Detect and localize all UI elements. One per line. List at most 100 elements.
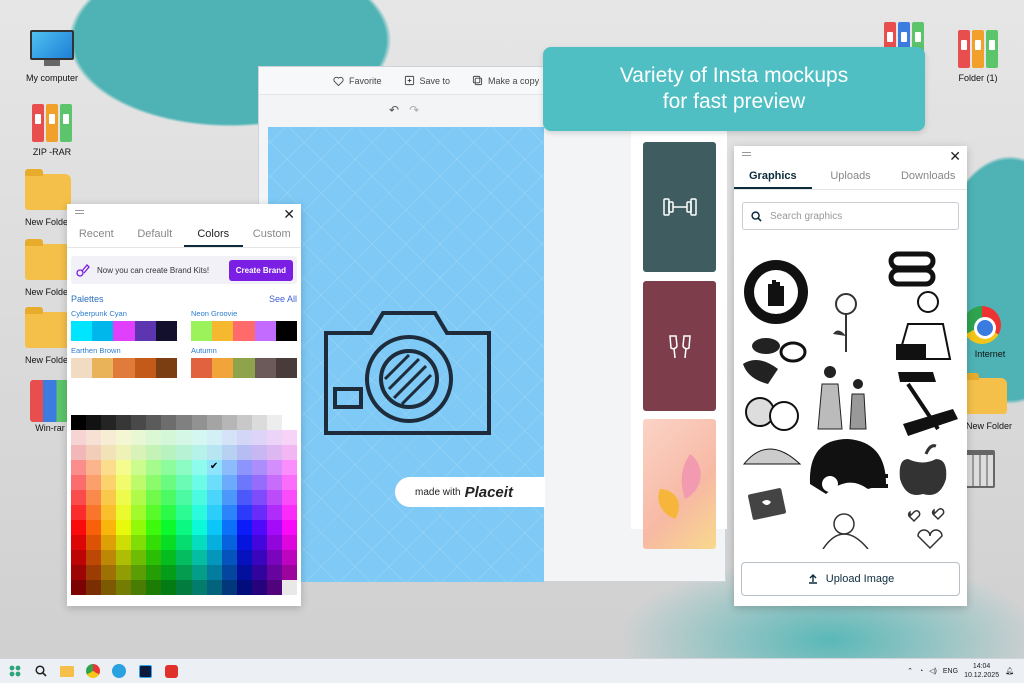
photoshop-icon[interactable]	[134, 660, 156, 682]
color-swatch[interactable]	[101, 580, 117, 595]
color-swatch[interactable]	[251, 550, 267, 565]
tab-colors[interactable]: Colors	[184, 220, 243, 247]
palette-swatch[interactable]	[113, 321, 135, 341]
favorite-button[interactable]: Favorite	[333, 76, 382, 86]
color-swatch[interactable]	[116, 580, 132, 595]
color-swatch[interactable]	[281, 535, 297, 550]
see-all-link[interactable]: See All	[269, 294, 297, 304]
save-to-button[interactable]: Save to	[404, 75, 450, 86]
color-swatch[interactable]	[191, 430, 207, 445]
color-swatch[interactable]	[206, 490, 222, 505]
color-swatch[interactable]	[206, 445, 222, 460]
network-icon[interactable]: ◔	[919, 668, 923, 675]
color-swatch[interactable]	[236, 430, 252, 445]
color-swatch[interactable]	[71, 475, 87, 490]
color-swatch[interactable]	[131, 535, 147, 550]
color-swatch[interactable]	[266, 550, 282, 565]
color-swatch[interactable]	[266, 490, 282, 505]
color-swatch[interactable]	[101, 505, 117, 520]
color-swatch[interactable]	[146, 475, 162, 490]
color-swatch[interactable]	[86, 445, 102, 460]
color-swatch[interactable]	[251, 460, 267, 475]
color-swatch[interactable]	[266, 430, 282, 445]
color-swatch[interactable]	[116, 490, 132, 505]
color-swatch[interactable]	[161, 550, 177, 565]
color-swatch[interactable]	[131, 460, 147, 475]
color-swatch[interactable]	[86, 565, 102, 580]
color-swatch[interactable]	[116, 520, 132, 535]
color-swatch[interactable]	[71, 580, 87, 595]
color-swatch[interactable]	[221, 460, 237, 475]
color-swatch[interactable]	[266, 565, 282, 580]
palette-swatches[interactable]	[191, 358, 298, 378]
color-swatch[interactable]	[146, 520, 162, 535]
palette-swatch[interactable]	[254, 358, 276, 378]
color-swatch[interactable]	[176, 490, 192, 505]
palette-swatch[interactable]	[275, 321, 298, 341]
color-swatch[interactable]	[161, 475, 177, 490]
drag-handle-icon[interactable]	[742, 152, 751, 156]
color-swatch[interactable]	[281, 550, 297, 565]
close-icon[interactable]: ✕	[949, 148, 961, 165]
tab-default[interactable]: Default	[126, 220, 185, 247]
color-swatch[interactable]	[221, 490, 237, 505]
color-swatch[interactable]	[101, 460, 117, 475]
envelope-graphic[interactable]	[748, 488, 787, 521]
color-swatch[interactable]	[266, 535, 282, 550]
helmet-graphic[interactable]	[809, 439, 888, 494]
color-swatch[interactable]: ✔	[206, 460, 222, 475]
palette-item[interactable]: Neon Groovie	[191, 309, 298, 341]
color-swatch[interactable]	[116, 445, 132, 460]
make-copy-button[interactable]: Make a copy	[472, 75, 539, 86]
palette-swatch[interactable]	[191, 358, 213, 378]
color-swatch[interactable]	[281, 505, 297, 520]
color-swatch[interactable]	[221, 565, 237, 580]
mandala-hand-graphic[interactable]	[744, 260, 808, 324]
color-swatch[interactable]	[206, 565, 222, 580]
color-swatch[interactable]	[251, 415, 267, 430]
color-swatch[interactable]	[251, 430, 267, 445]
color-swatch[interactable]	[191, 415, 207, 430]
color-swatch[interactable]	[251, 490, 267, 505]
color-swatch[interactable]	[221, 445, 237, 460]
color-swatch[interactable]	[161, 565, 177, 580]
palette-item[interactable]: Cyberpunk Cyan	[71, 309, 178, 341]
clock[interactable]: 14:04 10.12.2025	[964, 662, 999, 680]
palette-swatch[interactable]	[275, 358, 298, 378]
palette-swatch[interactable]	[92, 321, 114, 341]
color-swatch[interactable]	[146, 490, 162, 505]
palette-item[interactable]: Autumn	[191, 346, 298, 378]
color-swatch[interactable]	[146, 415, 162, 430]
color-swatch[interactable]	[176, 580, 192, 595]
color-swatch[interactable]	[221, 550, 237, 565]
color-swatch[interactable]	[71, 505, 87, 520]
color-swatch[interactable]	[176, 415, 192, 430]
color-swatch[interactable]	[191, 520, 207, 535]
color-swatch[interactable]	[71, 520, 87, 535]
color-swatch[interactable]	[101, 565, 117, 580]
undo-icon[interactable]: ↶	[389, 103, 399, 117]
color-swatch[interactable]	[251, 580, 267, 595]
palette-swatch[interactable]	[134, 321, 156, 341]
palette-swatch[interactable]	[212, 321, 234, 341]
tab-uploads[interactable]: Uploads	[812, 162, 890, 189]
color-swatch[interactable]	[281, 520, 297, 535]
tab-custom[interactable]: Custom	[243, 220, 302, 247]
palette-swatch[interactable]	[155, 321, 178, 341]
color-swatch[interactable]	[281, 460, 297, 475]
color-swatch[interactable]	[266, 505, 282, 520]
color-swatch[interactable]	[191, 550, 207, 565]
tab-recent[interactable]: Recent	[67, 220, 126, 247]
flower-graphic[interactable]	[833, 293, 857, 352]
desktop-icon-folder-1[interactable]: Folder (1)	[946, 30, 1010, 83]
close-icon[interactable]: ✕	[283, 206, 295, 223]
color-swatch[interactable]	[281, 475, 297, 490]
chrome-taskbar-icon[interactable]	[82, 660, 104, 682]
color-swatch[interactable]	[131, 415, 147, 430]
color-swatch[interactable]	[236, 415, 252, 430]
color-swatch[interactable]	[131, 490, 147, 505]
color-swatch[interactable]	[266, 460, 282, 475]
color-swatch[interactable]	[236, 460, 252, 475]
color-swatch[interactable]	[161, 490, 177, 505]
color-swatch[interactable]	[221, 430, 237, 445]
